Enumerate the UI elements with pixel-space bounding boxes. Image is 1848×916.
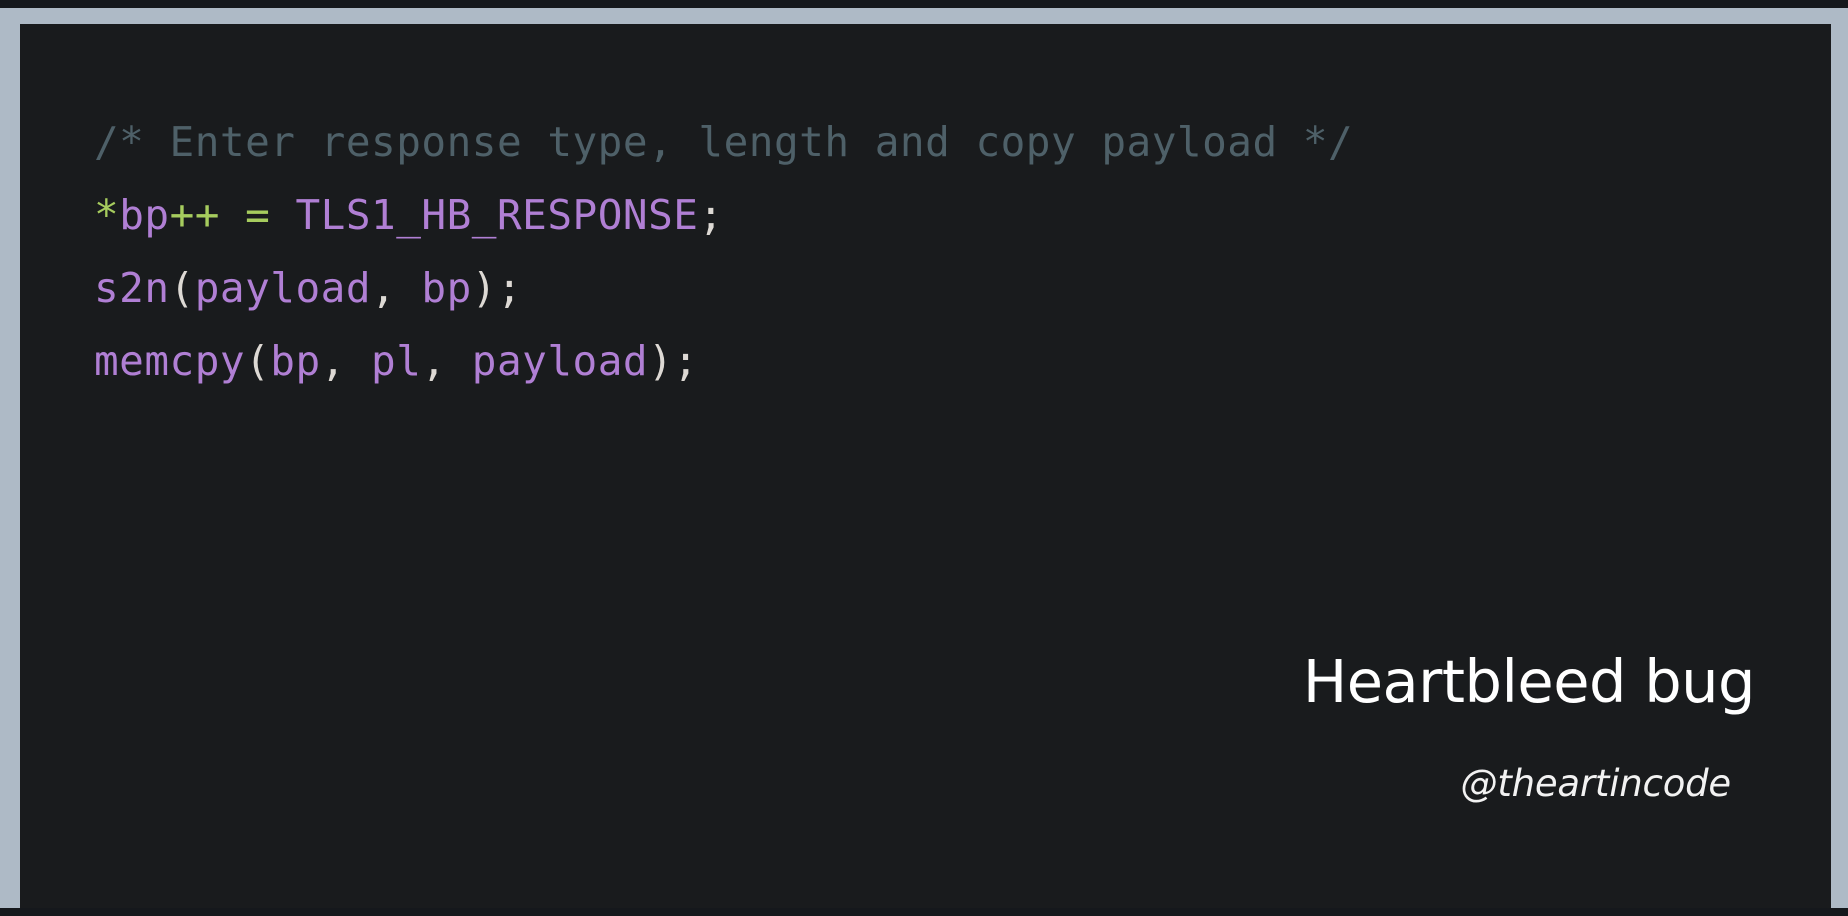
code-token-ident: pl bbox=[371, 337, 422, 385]
caption-block: Heartbleed bug @theartincode bbox=[1302, 647, 1756, 805]
code-token-ident: bp bbox=[270, 337, 321, 385]
code-token-ident: bp bbox=[421, 264, 472, 312]
code-token-punct: ) bbox=[648, 337, 674, 385]
code-token-op: = bbox=[245, 191, 271, 239]
code-line: *bp++ = TLS1_HB_RESPONSE; bbox=[94, 179, 1353, 252]
slide-frame: /* Enter response type, length and copy … bbox=[0, 0, 1848, 916]
code-token-punct: , bbox=[421, 337, 447, 385]
code-token-punct: ( bbox=[245, 337, 271, 385]
code-token-ident: payload bbox=[471, 337, 649, 385]
code-snippet: /* Enter response type, length and copy … bbox=[94, 106, 1353, 398]
code-token-punct: ( bbox=[169, 264, 195, 312]
code-token-punct: ; bbox=[698, 191, 724, 239]
code-line: /* Enter response type, length and copy … bbox=[94, 106, 1353, 179]
code-line: memcpy(bp, pl, payload); bbox=[94, 325, 1353, 398]
code-token-comment: /* Enter response type, length and copy … bbox=[94, 118, 1354, 166]
code-token-ident: payload bbox=[194, 264, 372, 312]
code-token-punct: , bbox=[371, 264, 397, 312]
code-token-punct: ; bbox=[496, 264, 523, 312]
code-token-ident: memcpy bbox=[94, 337, 246, 385]
code-token-punct: ; bbox=[673, 337, 699, 385]
code-line: s2n(payload, bp); bbox=[94, 252, 1353, 325]
code-card: /* Enter response type, length and copy … bbox=[20, 24, 1831, 908]
author-handle: @theartincode bbox=[1460, 762, 1732, 805]
code-token-op: ++ bbox=[169, 191, 220, 239]
code-token-punct: ) bbox=[471, 264, 497, 312]
code-token-op: * bbox=[94, 191, 120, 239]
slide-title: Heartbleed bug bbox=[1302, 647, 1756, 716]
code-token-punct: , bbox=[320, 337, 346, 385]
code-token-ident: s2n bbox=[94, 264, 170, 312]
code-token-ident: TLS1_HB_RESPONSE bbox=[295, 191, 699, 239]
code-token-ident: bp bbox=[119, 191, 170, 239]
